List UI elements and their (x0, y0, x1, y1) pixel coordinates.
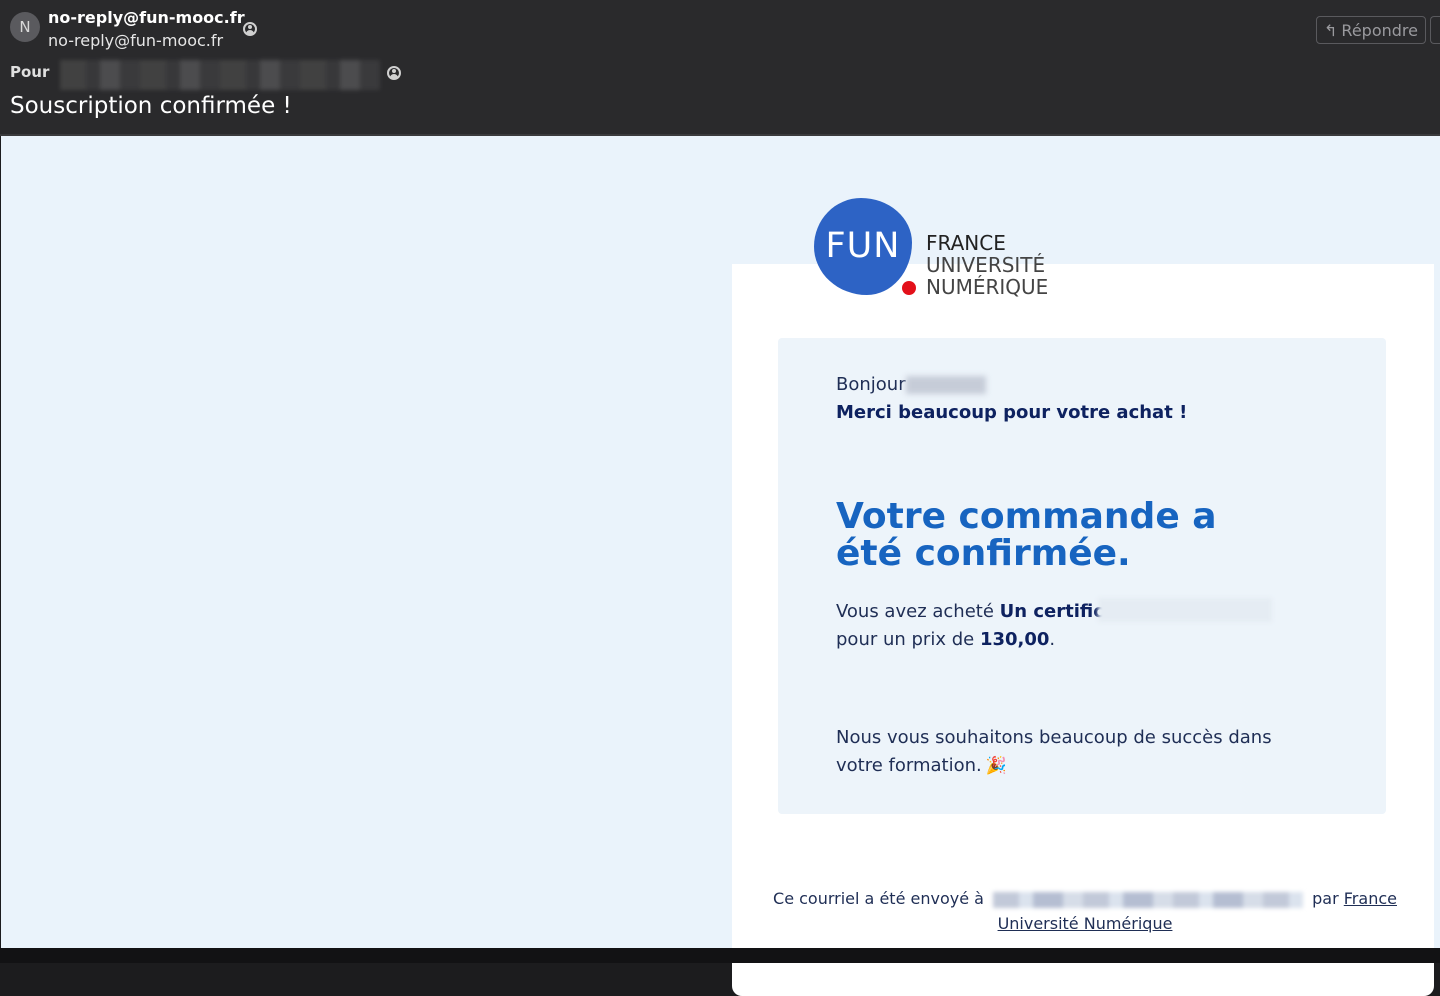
purchase-details: Vous avez acheté Un certificat pour un p… (836, 598, 1125, 654)
purchase-prefix: Vous avez acheté (836, 601, 1000, 622)
footer-par: par (1312, 889, 1339, 908)
item-name-redacted (1098, 598, 1272, 622)
logo-wordmark: FRANCE UNIVERSITÉ NUMÉRIQUE (926, 232, 1048, 298)
email-header: N no-reply@fun-mooc.fr no-reply@fun-mooc… (0, 0, 1440, 136)
logo-line-1: FRANCE (926, 231, 1006, 255)
footer-prefix: Ce courriel a été envoyé à (773, 889, 984, 908)
sender-name[interactable]: no-reply@fun-mooc.fr (48, 8, 245, 27)
reply-label: Répondre (1341, 20, 1418, 40)
bottom-bar (0, 948, 1440, 963)
order-confirmed-heading: Votre commande a été confirmée. (836, 496, 1217, 574)
sender-avatar[interactable]: N (10, 12, 40, 42)
logo-line-3: NUMÉRIQUE (926, 275, 1049, 299)
wish-text: Nous vous souhaitons beaucoup de succès … (836, 724, 1306, 780)
email-footer: Ce courriel a été envoyé à par France Un… (740, 886, 1430, 936)
price-prefix: pour un prix de (836, 629, 980, 650)
party-popper-icon: 🎉 (985, 756, 1007, 776)
email-subject: Souscription confirmée ! (10, 93, 292, 119)
thanks-text: Merci beaucoup pour votre achat ! (836, 402, 1188, 423)
logo-dot (902, 281, 916, 295)
footer-email-redacted (993, 891, 1304, 908)
reply-button[interactable]: ↰ Répondre (1316, 16, 1426, 44)
sender-email[interactable]: no-reply@fun-mooc.fr (48, 31, 223, 50)
price-suffix: . (1049, 629, 1056, 650)
recipient-contact-icon[interactable] (387, 66, 401, 80)
greeting-name-redacted (906, 376, 986, 394)
recipient-redacted (60, 60, 380, 90)
greeting: Bonjour (836, 374, 906, 395)
wish-sentence: Nous vous souhaitons beaucoup de succès … (836, 727, 1272, 776)
price-value: 130,00 (979, 629, 1050, 650)
add-contact-icon[interactable] (243, 22, 257, 36)
reply-options-button[interactable] (1430, 16, 1440, 44)
logo-line-2: UNIVERSITÉ (926, 253, 1046, 277)
fun-logo: FUN (814, 198, 912, 295)
to-label: Pour (10, 63, 50, 81)
reply-icon: ↰ (1324, 20, 1338, 40)
